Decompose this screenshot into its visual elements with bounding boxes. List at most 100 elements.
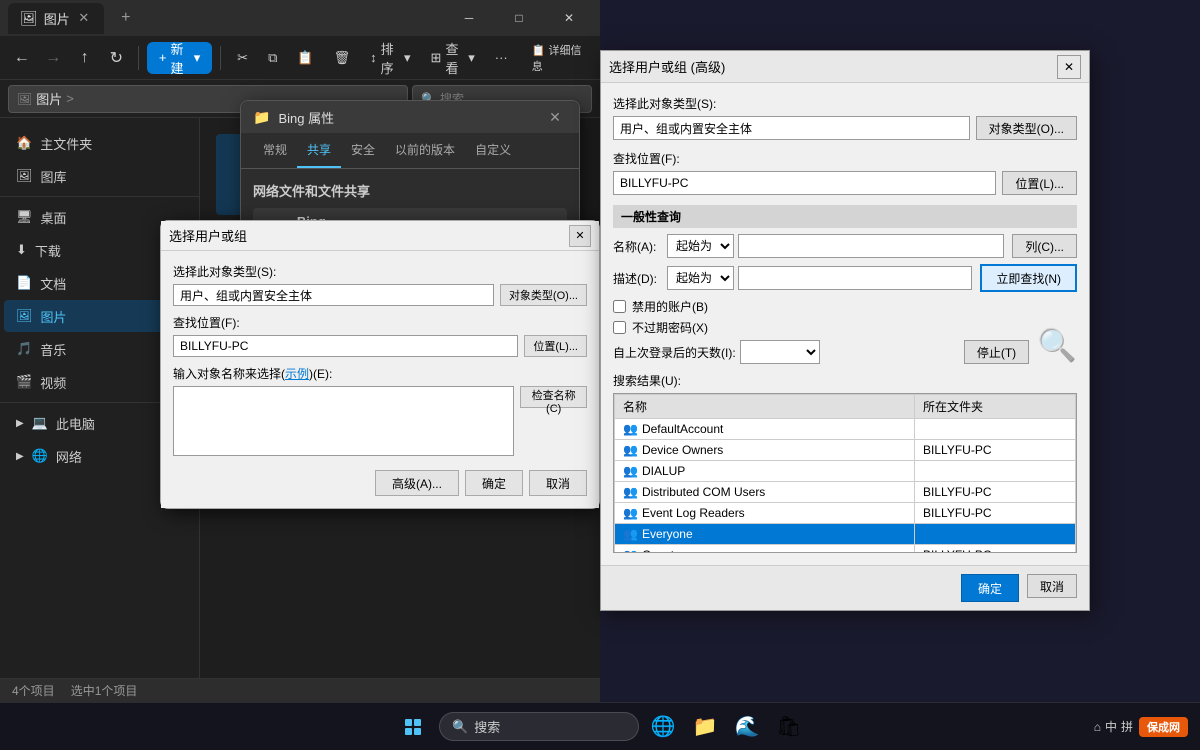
no-expire-pwd-checkbox[interactable]	[613, 321, 626, 334]
up-button[interactable]: ↑	[71, 42, 99, 74]
result-location-cell	[915, 461, 1076, 482]
find-now-button[interactable]: 立即查找(N)	[980, 264, 1077, 292]
ok-button[interactable]: 确定	[465, 470, 523, 496]
sidebar-item-gallery[interactable]: 🖼 图库	[4, 160, 195, 192]
details-button[interactable]: 📋 详细信息	[524, 42, 592, 74]
explorer-tab[interactable]: 🖼 图片 ✕	[8, 3, 104, 34]
location-section: 查找位置(F): BILLYFU-PC 位置(L)...	[173, 314, 587, 357]
select-user-advanced-dialog: 选择用户或组 (高级) ✕ 选择此对象类型(S): 用户、组或内置安全主体 对象…	[600, 50, 1090, 611]
adv-title: 选择用户或组 (高级)	[609, 57, 1057, 76]
desc-select[interactable]: 起始为	[667, 266, 734, 290]
taskbar-folder-icon[interactable]: 📁	[687, 709, 723, 745]
adv-cancel-button[interactable]: 取消	[1027, 574, 1077, 598]
adv-close-button[interactable]: ✕	[1057, 55, 1081, 79]
location-button[interactable]: 位置(L)...	[524, 335, 587, 357]
select-user-btn-row: 高级(A)... 确定 取消	[173, 464, 587, 496]
result-name-cell[interactable]: 👥DIALUP	[615, 461, 915, 482]
close-button[interactable]: ✕	[546, 0, 592, 36]
delete-button[interactable]: 🗑	[326, 42, 359, 74]
copy-button[interactable]: ⧉	[260, 42, 285, 74]
user-group-icon: 👥	[623, 548, 638, 553]
taskbar: 🔍 搜索 🌐 📁 🌊 🛍 ⌂ 中 拼 保成网	[0, 702, 1200, 750]
result-name-cell[interactable]: 👥Guest	[615, 545, 915, 554]
query-row3: 禁用的账户(B) 不过期密码(X) 自上次登录后的天数(I): 停止(T) 🔍	[613, 298, 1077, 364]
advanced-button[interactable]: 高级(A)...	[375, 470, 459, 496]
bing-props-close-button[interactable]: ✕	[543, 105, 567, 129]
taskbar-explorer-icon[interactable]: 🌐	[645, 709, 681, 745]
tab-share[interactable]: 共享	[297, 133, 341, 168]
example-link[interactable]: 示例	[285, 367, 309, 381]
tab-general[interactable]: 常规	[253, 133, 297, 168]
columns-button[interactable]: 列(C)...	[1012, 234, 1077, 258]
cancel-button[interactable]: 取消	[529, 470, 587, 496]
days-select[interactable]	[740, 340, 820, 364]
tab-close-button[interactable]: ✕	[76, 10, 92, 26]
user-group-icon: 👥	[623, 422, 638, 436]
select-user-close-button[interactable]: ✕	[569, 225, 591, 247]
result-location-cell	[915, 524, 1076, 545]
refresh-button[interactable]: ↻	[103, 42, 131, 74]
result-name-cell[interactable]: 👥Distributed COM Users	[615, 482, 915, 503]
sidebar-item-home[interactable]: 🏠 主文件夹	[4, 127, 195, 159]
location-input: BILLYFU-PC	[173, 335, 518, 357]
paste-button[interactable]: 📋	[289, 42, 321, 74]
start-button[interactable]	[393, 707, 433, 747]
select-user-body: 选择此对象类型(S): 用户、组或内置安全主体 对象类型(O)... 查找位置(…	[161, 251, 599, 508]
back-button[interactable]: ←	[8, 42, 36, 74]
downloads-icon: ⬇	[16, 242, 27, 258]
select-user-title: 选择用户或组	[169, 226, 569, 245]
adv-body: 选择此对象类型(S): 用户、组或内置安全主体 对象类型(O)... 查找位置(…	[601, 83, 1089, 565]
enter-names-label: 输入对象名称来选择(示例)(E):	[173, 365, 587, 382]
cut-button[interactable]: ✂	[229, 42, 256, 74]
tab-previous[interactable]: 以前的版本	[385, 133, 465, 168]
window-controls: ─ □ ✕	[446, 0, 592, 36]
taskbar-search[interactable]: 🔍 搜索	[439, 712, 639, 741]
thispc-expand-icon: ▶	[16, 418, 24, 429]
desktop-icon: 🖥	[16, 209, 33, 225]
more-button[interactable]: ···	[487, 42, 516, 74]
select-user-dialog: 选择用户或组 ✕ 选择此对象类型(S): 用户、组或内置安全主体 对象类型(O)…	[160, 220, 600, 509]
stop-button[interactable]: 停止(T)	[964, 340, 1029, 364]
selected-count: 选中1个项目	[71, 682, 138, 699]
result-name-cell[interactable]: 👥DefaultAccount	[615, 419, 915, 440]
name-input[interactable]	[738, 234, 1004, 258]
names-textarea[interactable]	[173, 386, 514, 456]
new-icon: +	[159, 50, 167, 65]
status-bar: 4个项目 选中1个项目	[0, 678, 600, 702]
new-tab-button[interactable]: +	[112, 4, 140, 32]
watermark: 保成网	[1139, 717, 1188, 737]
tab-security[interactable]: 安全	[341, 133, 385, 168]
adv-ok-button[interactable]: 确定	[961, 574, 1019, 602]
query-row2: 描述(D): 起始为 立即查找(N)	[613, 264, 1077, 292]
videos-icon: 🎬	[16, 374, 32, 390]
object-type-button[interactable]: 对象类型(O)...	[500, 284, 587, 306]
result-name-cell[interactable]: 👥Device Owners	[615, 440, 915, 461]
ime-indicator[interactable]: 中	[1105, 718, 1117, 735]
desc-input[interactable]	[738, 266, 972, 290]
view-button[interactable]: ⊞ 查看 ▾	[423, 42, 483, 74]
new-button[interactable]: + 新建 ▾	[147, 42, 212, 74]
forward-button[interactable]: →	[40, 42, 68, 74]
check-names-button[interactable]: 检查名称(C)	[520, 386, 587, 408]
adv-location-button[interactable]: 位置(L)...	[1002, 171, 1077, 195]
taskbar-store-icon[interactable]: 🛍	[771, 709, 807, 745]
tab-customize[interactable]: 自定义	[465, 133, 521, 168]
result-location-cell	[915, 419, 1076, 440]
bing-props-title: Bing 属性	[278, 108, 535, 127]
disabled-accounts-row: 禁用的账户(B)	[613, 298, 956, 315]
network-expand-icon: ▶	[16, 451, 24, 462]
maximize-button[interactable]: □	[496, 0, 542, 36]
adv-object-type-button[interactable]: 对象类型(O)...	[976, 116, 1077, 140]
taskbar-edge-icon[interactable]: 🌊	[729, 709, 765, 745]
sort-button[interactable]: ↕ 排序 ▾	[362, 42, 418, 74]
result-name-cell[interactable]: 👥Everyone	[615, 524, 915, 545]
adv-object-type-section: 选择此对象类型(S): 用户、组或内置安全主体 对象类型(O)...	[613, 95, 1077, 140]
minimize-button[interactable]: ─	[446, 0, 492, 36]
result-name-cell[interactable]: 👥Event Log Readers	[615, 503, 915, 524]
result-location-cell: BILLYFU-PC	[915, 503, 1076, 524]
name-select[interactable]: 起始为	[667, 234, 734, 258]
adv-location-section: 查找位置(F): BILLYFU-PC 位置(L)...	[613, 150, 1077, 195]
results-container[interactable]: 名称 所在文件夹 👥DefaultAccount👥Device OwnersBI…	[613, 393, 1077, 553]
user-group-icon: 👥	[623, 506, 638, 520]
disabled-accounts-checkbox[interactable]	[613, 300, 626, 313]
